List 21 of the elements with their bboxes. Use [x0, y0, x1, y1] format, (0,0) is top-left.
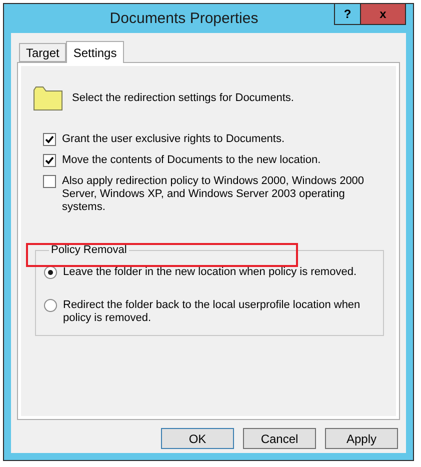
- radio-label: Leave the folder in the new location when policy is removed.: [63, 266, 357, 279]
- checkbox-label: Also apply redirection policy to Windows 2000, Windows 2000 Server, Windows XP, and Windows Server 2003 operating systems.: [62, 175, 366, 214]
- tab[interactable]: Settings: [66, 41, 124, 63]
- tab[interactable]: Target: [19, 43, 66, 62]
- dialog-button[interactable]: Apply: [325, 428, 398, 449]
- folder-icon: [33, 85, 63, 111]
- checkbox[interactable]: [43, 175, 56, 188]
- group-title: Policy Removal: [50, 244, 128, 256]
- dialog-button[interactable]: Cancel: [243, 428, 316, 449]
- intro-text: Select the redirection settings for Documents.: [72, 92, 294, 104]
- radio-label: Redirect the folder back to the local userprofile location when policy is removed.: [63, 299, 362, 325]
- radio-button[interactable]: [44, 266, 57, 279]
- checkbox-label: Move the contents of Documents to the new location.: [62, 154, 321, 167]
- close-button[interactable]: x: [361, 4, 406, 25]
- checkbox[interactable]: [43, 133, 56, 146]
- window-title: Documents Properties: [108, 10, 260, 27]
- help-button[interactable]: ?: [334, 4, 361, 25]
- checkbox[interactable]: [43, 154, 56, 167]
- dialog-button[interactable]: OK: [161, 428, 234, 449]
- checkbox-label: Grant the user exclusive rights to Documents.: [62, 133, 285, 146]
- radio-button[interactable]: [44, 299, 57, 312]
